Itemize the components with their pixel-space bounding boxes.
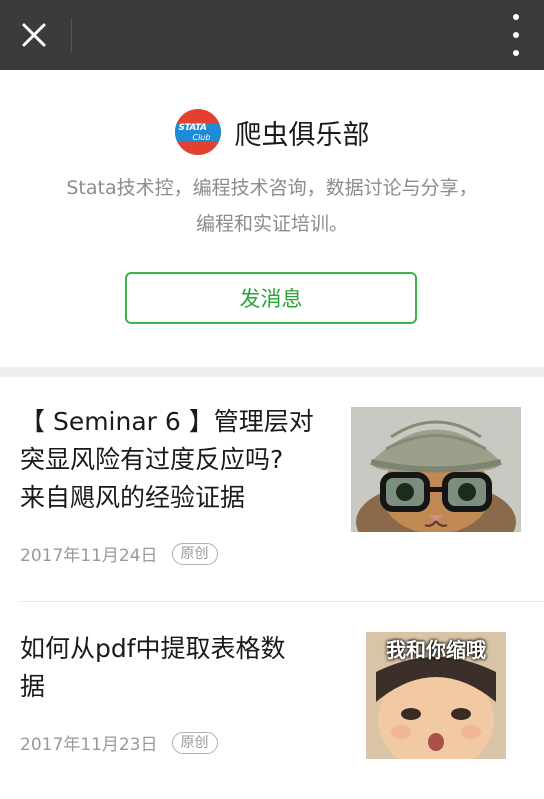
article-title[interactable]: 如何从pdf中提取表格数 据	[20, 630, 340, 706]
account-name-row: STATA Club 爬虫俱乐部	[0, 109, 544, 155]
close-button[interactable]	[14, 15, 54, 55]
article-title[interactable]: 【 Seminar 6 】管理层对 突显风险有过度反应吗? 来自飓风的经验证据	[20, 403, 340, 517]
article-item[interactable]: 【 Seminar 6 】管理层对 突显风险有过度反应吗? 来自飓风的经验证据 …	[0, 377, 544, 601]
account-profile: STATA Club 爬虫俱乐部 Stata技术控，编程技术咨询，数据讨论与分享…	[0, 70, 544, 367]
original-badge: 原创	[171, 731, 218, 754]
topbar-divider	[71, 18, 72, 52]
thumbnail-caption: 我和你缩哦	[386, 638, 486, 662]
article-date: 2017年11月24日	[20, 546, 158, 566]
article-date: 2017年11月23日	[20, 735, 158, 755]
account-logo: STATA Club	[174, 109, 221, 155]
article-meta: 2017年11月23日 原创	[20, 730, 218, 755]
article-thumbnail[interactable]: 我和你缩哦	[366, 632, 506, 759]
article-meta: 2017年11月24日 原创	[20, 541, 218, 566]
more-vertical-icon[interactable]	[506, 14, 526, 56]
close-icon	[22, 23, 46, 47]
account-description: Stata技术控，编程技术咨询，数据讨论与分享， 编程和实证培训。	[66, 177, 478, 235]
top-bar	[0, 0, 544, 70]
article-item[interactable]: 如何从pdf中提取表格数 据 2017年11月23日 原创 我和你缩哦	[0, 602, 544, 799]
section-separator	[0, 367, 544, 377]
original-badge: 原创	[171, 542, 218, 565]
article-thumbnail[interactable]	[351, 407, 521, 532]
account-name: 爬虫俱乐部	[234, 119, 370, 151]
cat-with-hat-image	[351, 407, 521, 532]
send-message-button[interactable]: 发消息	[125, 272, 417, 324]
